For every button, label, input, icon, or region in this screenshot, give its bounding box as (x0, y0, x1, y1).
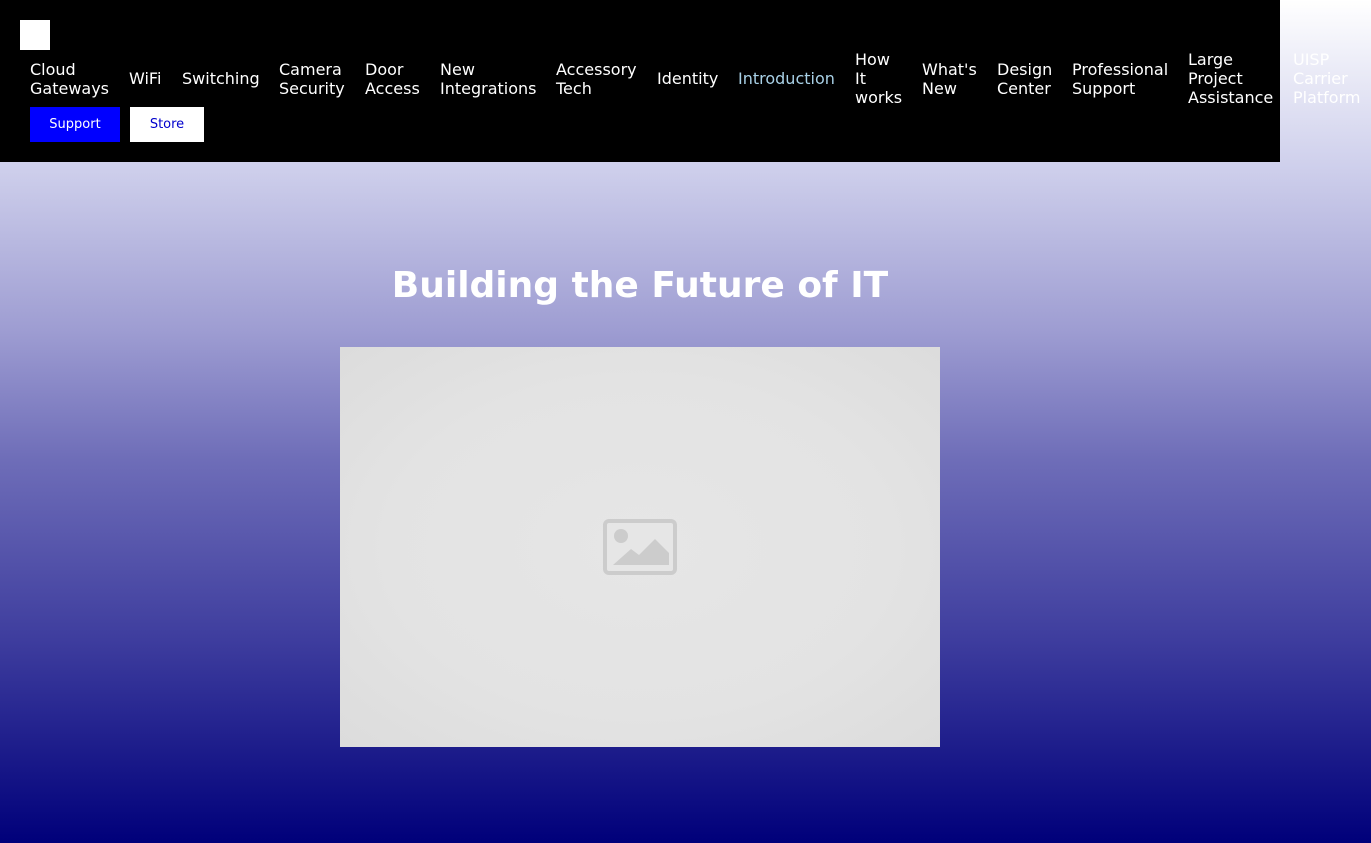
nav-item-whats-new[interactable]: What's New (922, 60, 977, 98)
top-navigation-bar: Cloud Gateways WiFi Switching Camera Sec… (0, 0, 1280, 162)
nav-item-design-center[interactable]: Design Center (997, 60, 1052, 98)
nav-item-switching[interactable]: Switching (182, 69, 260, 88)
nav-item-accessory-tech[interactable]: Accessory Tech (556, 60, 637, 98)
nav-item-new-integrations[interactable]: New Integrations (440, 60, 537, 98)
nav-item-camera-security[interactable]: Camera Security (279, 60, 345, 98)
nav-item-professional-support[interactable]: Professional Support (1072, 60, 1168, 98)
nav-item-large-project-assistance[interactable]: Large Project Assistance (1188, 50, 1273, 107)
nav-item-door-access[interactable]: Door Access (365, 60, 420, 98)
nav-item-cloud-gateways[interactable]: Cloud Gateways (30, 60, 109, 98)
store-button[interactable]: Store (130, 107, 204, 142)
nav-item-identity[interactable]: Identity (657, 69, 718, 88)
image-placeholder-icon (603, 519, 677, 575)
hero-title: Building the Future of IT (391, 265, 889, 306)
nav-item-introduction[interactable]: Introduction (738, 69, 835, 88)
nav-item-how-it-works[interactable]: How It works (855, 50, 902, 107)
hero-image (340, 347, 940, 747)
logo[interactable] (20, 20, 50, 50)
nav-item-wifi[interactable]: WiFi (129, 69, 161, 88)
nav-item-uisp-carrier-platform[interactable]: UISP Carrier Platform (1293, 50, 1360, 107)
support-button[interactable]: Support (30, 107, 120, 142)
